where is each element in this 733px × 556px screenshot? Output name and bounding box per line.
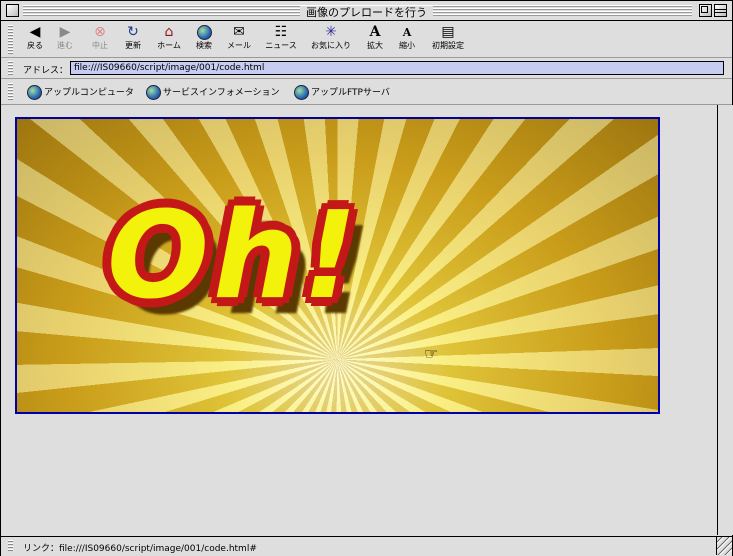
favorites-label: お気に入り [311, 41, 351, 50]
back-arrow-icon: ◀ [29, 24, 41, 40]
search-button[interactable]: 検索 [192, 24, 216, 56]
resize-grow-box-icon[interactable] [716, 537, 732, 555]
search-icon [192, 24, 216, 41]
news-label: ニュース [265, 41, 297, 50]
mail-button[interactable]: ✉ メール [223, 24, 255, 56]
title-bar[interactable]: 画像のプレロードを行う [1, 1, 732, 21]
refresh-label: 更新 [125, 41, 141, 50]
hand-pointer-cursor-icon: ☞ [424, 344, 439, 363]
status-text: リンク：file:///IS09660/script/image/001/cod… [23, 544, 257, 554]
toolbar: ◀ 戻る ▶ 進む ⊗ 中止 ↻ 更新 ⌂ ホーム 検索 ✉ メール ☷ ニュー… [1, 21, 732, 58]
favorite-label: アップルコンピュータ [44, 88, 134, 98]
address-bar-grip[interactable] [8, 61, 13, 75]
stop-icon: ⊗ [94, 24, 106, 40]
forward-label: 進む [57, 41, 73, 50]
back-button[interactable]: ◀ 戻る [23, 24, 47, 56]
refresh-icon: ↻ [127, 24, 139, 40]
favorite-label: サービスインフォメーション [163, 88, 280, 98]
status-bar: リンク：file:///IS09660/script/image/001/cod… [1, 536, 732, 556]
mail-icon: ✉ [233, 24, 245, 40]
globe-icon [27, 85, 42, 100]
address-label: アドレス： [23, 66, 69, 76]
forward-arrow-icon: ▶ [59, 24, 71, 40]
refresh-button[interactable]: ↻ 更新 [121, 24, 145, 56]
text-smaller-button[interactable]: A 縮小 [395, 24, 419, 56]
oh-banner-image-link[interactable]: Oh! [15, 117, 660, 414]
vertical-scrollbar[interactable] [717, 105, 733, 535]
zoom-box-icon[interactable] [699, 4, 712, 17]
favorites-icon: ✳ [325, 24, 337, 40]
text-smaller-label: 縮小 [399, 41, 415, 50]
favorite-link-service-info[interactable]: サービスインフォメーション [146, 85, 280, 100]
text-larger-button[interactable]: A 拡大 [363, 24, 387, 56]
favorite-label: アップルFTPサーバ [311, 88, 390, 98]
collapse-box-icon[interactable] [714, 4, 727, 17]
address-input[interactable]: file:///IS09660/script/image/001/code.ht… [70, 61, 724, 75]
page-content: Oh! [1, 105, 717, 535]
favorite-link-apple-computer[interactable]: アップルコンピュータ [27, 85, 134, 100]
favorites-bar-grip[interactable] [8, 83, 13, 100]
globe-icon [146, 85, 161, 100]
favorites-bar: アップルコンピュータ サービスインフォメーション アップルFTPサーバ [1, 79, 732, 105]
preferences-label: 初期設定 [432, 41, 464, 50]
banner-text: Oh! [107, 187, 362, 326]
text-larger-icon: A [369, 24, 381, 40]
globe-icon [294, 85, 309, 100]
browser-window: 画像のプレロードを行う ◀ 戻る ▶ 進む ⊗ 中止 ↻ 更新 ⌂ ホーム 検索 [0, 0, 733, 556]
window-title: 画像のプレロードを行う [300, 6, 433, 19]
home-icon: ⌂ [164, 24, 174, 40]
news-button[interactable]: ☷ ニュース [262, 24, 300, 56]
forward-button[interactable]: ▶ 進む [53, 24, 77, 56]
stop-label: 中止 [92, 41, 108, 50]
home-button[interactable]: ⌂ ホーム [153, 24, 185, 56]
window-title-container: 画像のプレロードを行う [1, 4, 732, 20]
search-label: 検索 [196, 41, 212, 50]
stop-button[interactable]: ⊗ 中止 [87, 24, 113, 56]
text-larger-label: 拡大 [367, 41, 383, 50]
address-bar: アドレス： file:///IS09660/script/image/001/c… [1, 58, 732, 79]
mail-label: メール [227, 41, 251, 50]
home-label: ホーム [157, 41, 181, 50]
preferences-icon: ▤ [441, 24, 455, 40]
text-smaller-icon: A [402, 26, 412, 39]
news-icon: ☷ [274, 24, 288, 40]
preferences-button[interactable]: ▤ 初期設定 [428, 24, 468, 56]
status-bar-grip [8, 540, 13, 552]
favorite-link-apple-ftp[interactable]: アップルFTPサーバ [294, 85, 390, 100]
favorites-button[interactable]: ✳ お気に入り [307, 24, 355, 56]
toolbar-grip[interactable] [8, 25, 13, 54]
back-label: 戻る [27, 41, 43, 50]
